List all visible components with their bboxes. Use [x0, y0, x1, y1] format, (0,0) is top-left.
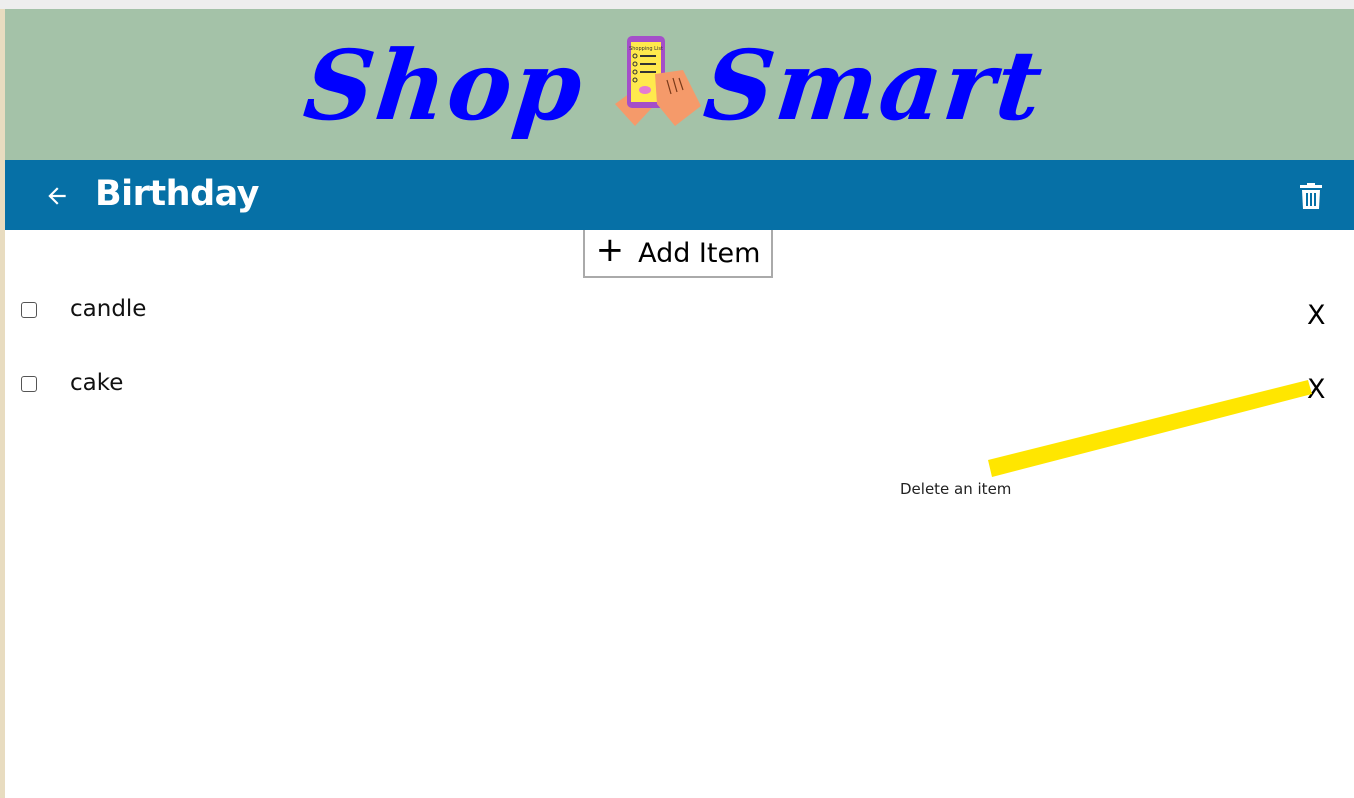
delete-list-button[interactable] [1295, 180, 1327, 212]
list-toolbar: Birthday [5, 160, 1354, 230]
back-button[interactable] [39, 178, 75, 214]
item-name: candle [70, 296, 146, 322]
arrow-left-icon [44, 183, 70, 209]
plus-icon: + [596, 235, 625, 265]
top-edge [0, 0, 1354, 9]
item-checkbox[interactable] [21, 302, 37, 318]
item-checkbox[interactable] [21, 376, 37, 392]
list-item: candle X [5, 288, 1354, 338]
app-banner: Shop Shopping List Smart [5, 9, 1354, 160]
logo-text-shop: Shop [299, 31, 589, 141]
add-item-label: Add Item [638, 238, 760, 269]
list-title: Birthday [95, 160, 259, 230]
logo-text-smart: Smart [699, 31, 1049, 141]
svg-text:Shopping List: Shopping List [629, 46, 663, 52]
delete-item-button[interactable]: X [1307, 374, 1326, 405]
item-name: cake [70, 370, 123, 396]
trash-icon [1300, 183, 1322, 209]
list-item: cake X [5, 362, 1354, 412]
delete-item-button[interactable]: X [1307, 300, 1326, 331]
annotation-label: Delete an item [900, 480, 1011, 498]
add-item-button[interactable]: + Add Item [583, 230, 773, 278]
shopping-list-phone-icon: Shopping List [605, 34, 705, 134]
